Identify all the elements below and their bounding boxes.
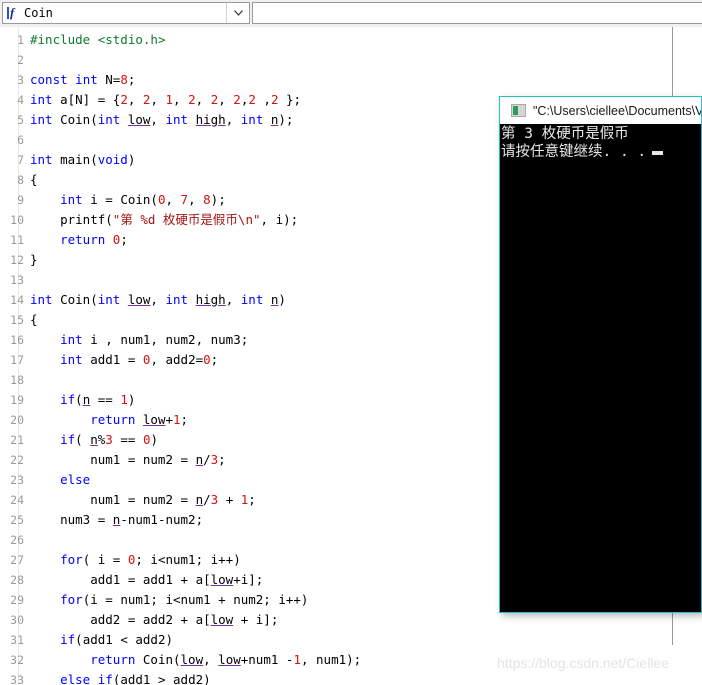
- code-line-source: for(i = num1; i<num1 + num2; i++): [60, 592, 309, 607]
- code-line-source: printf("第 %d 枚硬币是假币\n", i);: [30, 212, 299, 227]
- code-line-source: {: [30, 172, 38, 187]
- line-number: 12: [10, 253, 24, 267]
- chevron-down-icon[interactable]: [226, 3, 249, 23]
- code-line-source: int Coin(int low, int high, int n);: [30, 112, 294, 127]
- line-number: 22: [10, 453, 24, 467]
- line-number: 27: [10, 553, 24, 567]
- line-number: 28: [10, 573, 24, 587]
- line-number: 20: [10, 413, 24, 427]
- code-line-source: for( i = 0; i<num1; i++): [60, 552, 241, 567]
- code-line[interactable]: 1 #include <stdio.h>: [0, 30, 702, 50]
- line-number: 1: [17, 33, 24, 47]
- code-line-source: num1 = num2 = n/3;: [30, 452, 226, 467]
- code-line-source: int i , num1, num2, num3;: [60, 332, 249, 347]
- console-title-bar[interactable]: "C:\Users\ciellee\Documents\V: [500, 97, 701, 124]
- code-line-source: if( n%3 == 0): [60, 432, 158, 447]
- line-number: 16: [10, 333, 24, 347]
- code-line[interactable]: 31 if(add1 < add2): [0, 630, 702, 650]
- line-number: 14: [10, 293, 24, 307]
- code-line[interactable]: 3 const int N=8;: [0, 70, 702, 90]
- code-line-source: }: [30, 252, 38, 267]
- code-line[interactable]: 33 else if(add1 > add2): [0, 670, 702, 685]
- console-output-window[interactable]: "C:\Users\ciellee\Documents\V 第 3 枚硬币是假币…: [499, 96, 702, 613]
- code-line-source: add1 = add1 + a[low+i];: [30, 572, 264, 587]
- line-number: 8: [17, 173, 24, 187]
- line-number: 2: [17, 53, 24, 67]
- line-number: 9: [17, 193, 24, 207]
- line-number: 33: [10, 673, 24, 685]
- line-number: 5: [17, 113, 24, 127]
- console-output-line: 第 3 枚硬币是假币: [501, 126, 629, 142]
- line-number: 29: [10, 593, 24, 607]
- code-line-source: int a[N] = {2, 2, 1, 2, 2, 2,2 ,2 };: [30, 92, 302, 107]
- code-line-source: {: [30, 312, 38, 327]
- code-line-source: int i = Coin(0, 7, 8);: [60, 192, 226, 207]
- line-number: 6: [17, 133, 24, 147]
- console-app-icon: [511, 104, 526, 117]
- line-number: 30: [10, 613, 24, 627]
- watermark-url: https://blog.csdn.net/Ciellee: [497, 655, 669, 671]
- code-line-source: num3 = n-num1-num2;: [30, 512, 204, 527]
- code-line-source: else: [60, 472, 91, 487]
- code-line-source: int add1 = 0, add2=0;: [60, 352, 219, 367]
- line-number: 3: [17, 73, 24, 87]
- line-number: 21: [10, 433, 24, 447]
- line-number: 31: [10, 633, 24, 647]
- console-output-body: 第 3 枚硬币是假币 请按任意键继续. . .: [500, 124, 701, 612]
- line-number: 13: [10, 273, 24, 287]
- line-number: 25: [10, 513, 24, 527]
- code-line-source: num1 = num2 = n/3 + 1;: [30, 492, 256, 507]
- code-line[interactable]: 30 add2 = add2 + a[low + i];: [0, 610, 702, 630]
- line-number: 32: [10, 653, 24, 667]
- code-line-source: add2 = add2 + a[low + i];: [30, 612, 279, 627]
- console-title-text: "C:\Users\ciellee\Documents\V: [533, 103, 701, 118]
- line-number: 26: [10, 533, 24, 547]
- line-number: 19: [10, 393, 24, 407]
- code-line-source: return Coin(low, low+num1 -1, num1);: [90, 652, 362, 667]
- line-number: 24: [10, 493, 24, 507]
- console-output-line: 请按任意键继续. . .: [501, 143, 701, 161]
- line-number: 15: [10, 313, 24, 327]
- member-function-icon: f: [6, 6, 20, 20]
- line-number: 10: [10, 213, 24, 227]
- type-dropdown[interactable]: f Coin: [2, 2, 250, 24]
- line-number: 11: [10, 233, 24, 247]
- line-number: 7: [17, 153, 24, 167]
- code-line-source: const int N=8;: [30, 72, 136, 87]
- member-dropdown[interactable]: [252, 2, 702, 24]
- code-line-source: int Coin(int low, int high, int n): [30, 292, 286, 307]
- editor-navigation-bar: f Coin: [0, 0, 702, 27]
- code-line-source: else if(add1 > add2): [60, 672, 211, 685]
- code-line-source: if(add1 < add2): [60, 632, 174, 647]
- code-line-source: if(n == 1): [60, 392, 136, 407]
- code-line-source: return 0;: [60, 232, 128, 247]
- type-dropdown-value: Coin: [24, 6, 53, 20]
- line-number: 18: [10, 373, 24, 387]
- code-line-source: int main(void): [30, 152, 136, 167]
- code-line-source: return low+1;: [90, 412, 189, 427]
- console-cursor: [652, 151, 664, 155]
- code-line-source: #include <stdio.h>: [30, 32, 166, 47]
- line-number: 4: [17, 93, 24, 107]
- line-number: 23: [10, 473, 24, 487]
- code-line[interactable]: 2: [0, 50, 702, 70]
- line-number: 17: [10, 353, 24, 367]
